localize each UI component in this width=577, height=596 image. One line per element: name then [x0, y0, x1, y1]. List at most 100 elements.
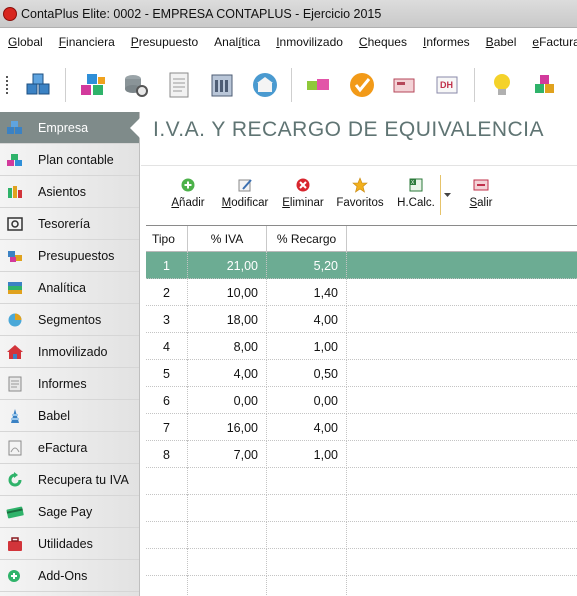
table-cell: [347, 441, 577, 468]
favoritos-button[interactable]: Favoritos: [335, 175, 385, 215]
sidebar-item-label: Empresa: [38, 120, 89, 135]
spreadsheet-icon: X: [408, 177, 424, 193]
column-header-tipo[interactable]: Tipo: [146, 226, 188, 252]
database-search-icon[interactable]: [117, 67, 154, 104]
svg-text:DH: DH: [440, 80, 453, 90]
table-cell: [347, 468, 577, 495]
table-cell: 21,00: [188, 252, 267, 279]
table-cell: 5,20: [267, 252, 347, 279]
sidebar-item-label: Recupera tu IVA: [38, 472, 129, 487]
sidebar-item-babel[interactable]: Babel: [0, 400, 139, 432]
chevron-down-icon[interactable]: [442, 175, 452, 215]
table-cell: [347, 306, 577, 333]
table-cell: [347, 252, 577, 279]
modules-cubes-icon[interactable]: [526, 67, 563, 104]
empty-table-row[interactable]: [146, 468, 577, 495]
table-row[interactable]: 2 10,00 1,40: [146, 279, 577, 306]
menu-item[interactable]: eFactura: [524, 35, 577, 49]
añadir-button[interactable]: Añadir: [165, 175, 211, 215]
menu-item[interactable]: Cheques: [351, 35, 415, 49]
table-cell: [347, 387, 577, 414]
contaplus-app-icon: [3, 6, 17, 21]
table-cell: [347, 360, 577, 387]
table-row[interactable]: 6 0,00 0,00: [146, 387, 577, 414]
sidebar-item-empresa[interactable]: Empresa: [0, 112, 140, 144]
table-row[interactable]: 5 4,00 0,50: [146, 360, 577, 387]
empty-table-row[interactable]: [146, 495, 577, 522]
sidebar-item-inmovilizado[interactable]: Inmovilizado: [0, 336, 139, 368]
table-cell: 8,00: [188, 333, 267, 360]
document-icon[interactable]: [160, 67, 197, 104]
table-cell: [188, 576, 267, 596]
menu-item[interactable]: Inmovilizado: [268, 35, 351, 49]
column-header-iva[interactable]: % IVA: [188, 226, 267, 252]
dh-document-icon[interactable]: DH: [429, 67, 466, 104]
salir-button[interactable]: Salir: [458, 175, 504, 215]
table-row[interactable]: 7 16,00 4,00: [146, 414, 577, 441]
empty-table-row[interactable]: [146, 549, 577, 576]
babel-icon: [6, 407, 24, 425]
utilidades-icon: [6, 535, 24, 553]
table-row[interactable]: 4 8,00 1,00: [146, 333, 577, 360]
toolbar-grip[interactable]: [6, 76, 8, 94]
table-row[interactable]: 1 21,00 5,20: [146, 252, 577, 279]
table-cell: [188, 468, 267, 495]
table-cell: [347, 549, 577, 576]
sidebar-item-utilidades[interactable]: Utilidades: [0, 528, 139, 560]
table-cell: 0,00: [267, 387, 347, 414]
sidebar-item-label: Add-Ons: [38, 568, 88, 583]
empty-table-row[interactable]: [146, 576, 577, 596]
sidebar-item-plan-contable[interactable]: Plan contable: [0, 144, 139, 176]
receipt-icon[interactable]: [386, 67, 423, 104]
table-cell: 10,00: [188, 279, 267, 306]
colored-blocks-icon[interactable]: [300, 67, 337, 104]
lightbulb-icon[interactable]: [483, 67, 520, 104]
hcalc-button[interactable]: X H.Calc.: [393, 175, 439, 215]
sidebar-item-segmentos[interactable]: Segmentos: [0, 304, 139, 336]
table-row[interactable]: 3 18,00 4,00: [146, 306, 577, 333]
title-divider: [141, 165, 577, 166]
table-row[interactable]: 8 7,00 1,00: [146, 441, 577, 468]
table-cell: [267, 549, 347, 576]
toolbar-separator: [291, 68, 292, 102]
table-cell: 5: [146, 360, 188, 387]
company-cubes-icon[interactable]: [20, 67, 57, 104]
sidebar-item-presupuestos[interactable]: Presupuestos: [0, 240, 139, 272]
table-cell: [188, 549, 267, 576]
sage-pay-icon: [6, 503, 24, 521]
segmentos-icon: [6, 311, 24, 329]
menu-item[interactable]: Presupuesto: [123, 35, 206, 49]
sidebar-item-label: Asientos: [38, 184, 86, 199]
menu-item[interactable]: Informes: [415, 35, 478, 49]
sidebar-item-asientos[interactable]: Asientos: [0, 176, 139, 208]
sidebar-item-sage-pay[interactable]: Sage Pay: [0, 496, 139, 528]
table-cell: 6: [146, 387, 188, 414]
asientos-icon: [6, 183, 24, 201]
table-cell: 4: [146, 333, 188, 360]
inmovilizado-icon: [6, 343, 24, 361]
sidebar-item-add-ons[interactable]: Add-Ons: [0, 560, 139, 592]
table-cell: [347, 576, 577, 596]
menu-item[interactable]: Global: [0, 35, 51, 49]
menu-item[interactable]: Babel: [478, 35, 525, 49]
modificar-button[interactable]: Modificar: [219, 175, 271, 215]
menu-item[interactable]: Analítica: [206, 35, 268, 49]
add-icon: [180, 177, 196, 193]
menu-item[interactable]: Financiera: [51, 35, 123, 49]
sidebar-nav: Empresa Plan contable Asientos Tesorería Pre…: [0, 112, 140, 596]
bank-icon[interactable]: [246, 67, 283, 104]
empty-table-row[interactable]: [146, 522, 577, 549]
eliminar-button[interactable]: Eliminar: [279, 175, 327, 215]
sidebar-item-label: Babel: [38, 408, 70, 423]
table-body: 1 21,00 5,20 2 10,00 1,40 3 18,00 4,00 4 8,00 1,00 5…: [146, 252, 577, 596]
cubes-stack-icon[interactable]: [74, 67, 111, 104]
sidebar-item-anal-tica[interactable]: Analítica: [0, 272, 139, 304]
sidebar-item-recupera-tu-iva[interactable]: Recupera tu IVA: [0, 464, 139, 496]
column-header-recargo[interactable]: % Recargo: [267, 226, 347, 252]
main-panel: I.V.A. Y RECARGO DE EQUIVALENCIA Añadir M…: [141, 112, 577, 596]
sidebar-item-efactura[interactable]: eFactura: [0, 432, 139, 464]
sidebar-item-informes[interactable]: Informes: [0, 368, 139, 400]
sidebar-item-tesorer-a[interactable]: Tesorería: [0, 208, 139, 240]
calendar-building-icon[interactable]: [203, 67, 240, 104]
check-circle-icon[interactable]: [343, 67, 380, 104]
